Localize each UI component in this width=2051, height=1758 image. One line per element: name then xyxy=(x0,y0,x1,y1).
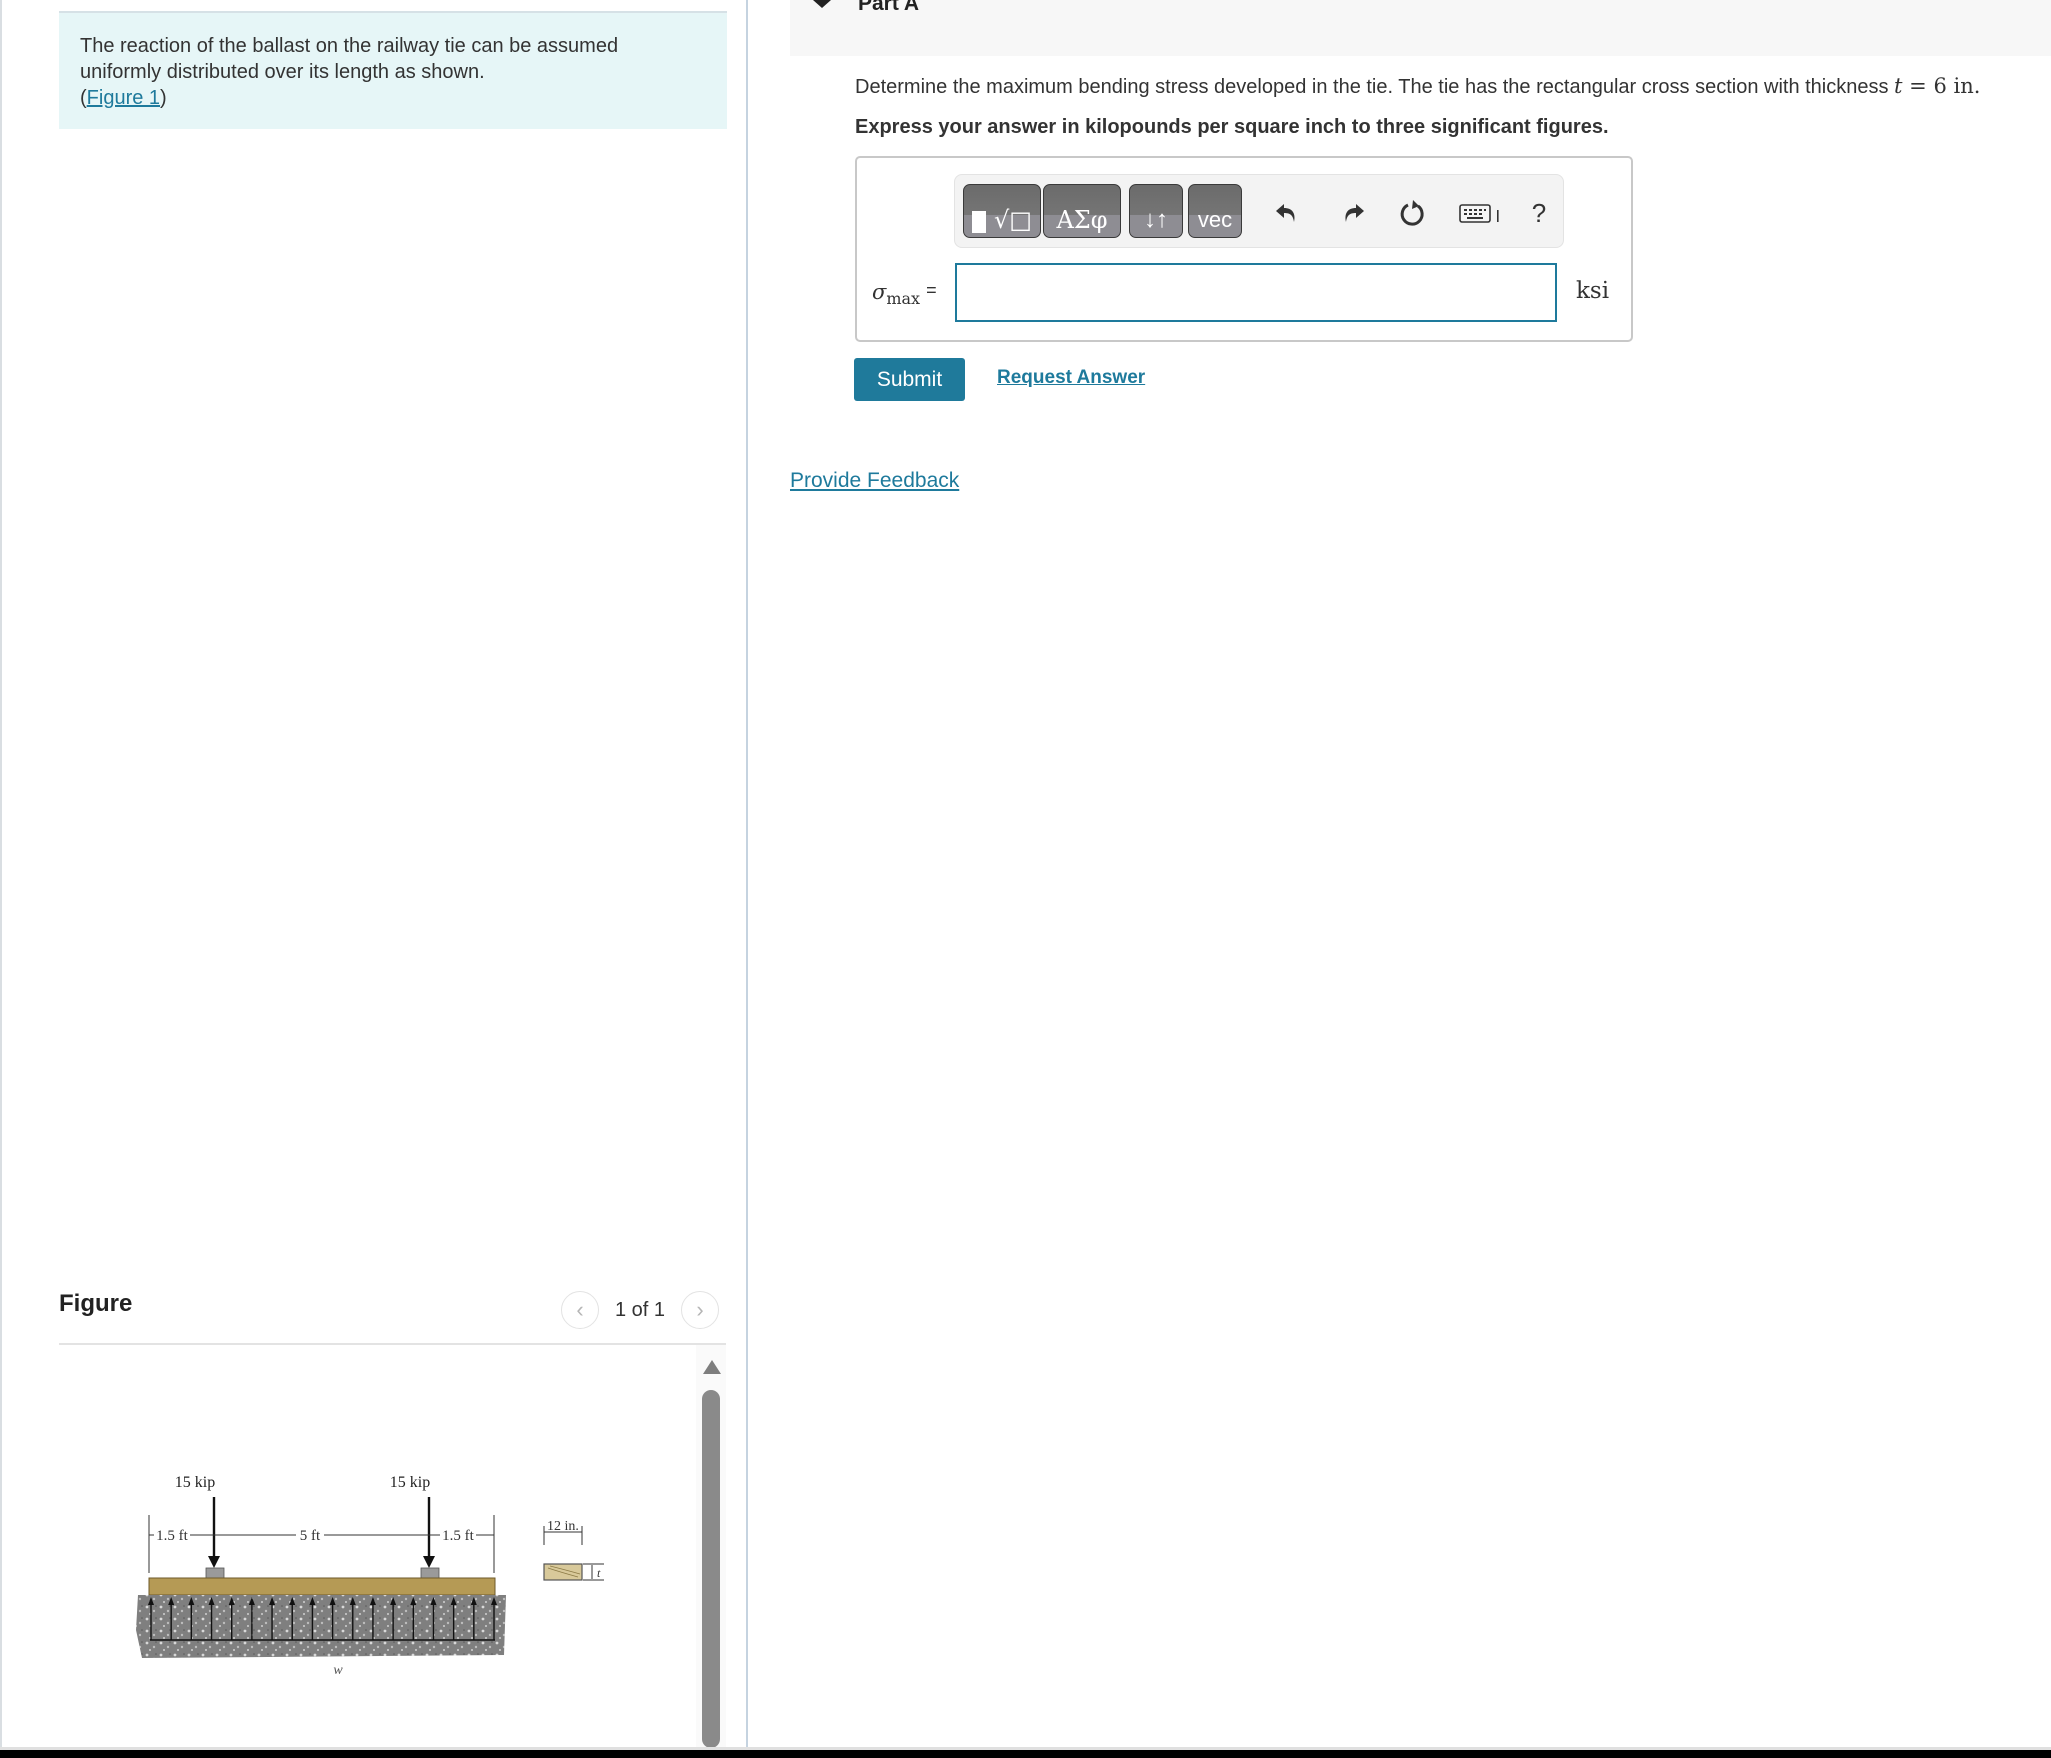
equals-sign: = xyxy=(926,280,937,300)
distributed-load-label: w xyxy=(333,1663,343,1678)
rail-left xyxy=(205,1567,225,1579)
redo-icon xyxy=(1345,204,1364,222)
section-width-label: 12 in. xyxy=(547,1519,579,1534)
sigma-symbol: σ xyxy=(872,280,887,304)
dim-middle-label: 5 ft xyxy=(300,1528,321,1544)
reset-icon xyxy=(1400,200,1424,226)
figure-pagination: ‹ 1 of 1 › xyxy=(561,1291,720,1329)
figure-divider xyxy=(59,1343,726,1345)
chevron-right-icon: › xyxy=(696,1297,704,1322)
vector-button[interactable]: vec xyxy=(1188,184,1242,238)
answer-variable-label: σmax = xyxy=(872,280,937,308)
load-left-label: 15 kip xyxy=(175,1474,215,1491)
redo-button[interactable] xyxy=(1333,196,1373,230)
chevron-left-icon: ‹ xyxy=(576,1297,584,1322)
request-answer-link[interactable]: Request Answer xyxy=(997,367,1145,389)
figure-counter: 1 of 1 xyxy=(615,1298,666,1321)
greek-letters-icon: ΑΣφ xyxy=(1056,206,1108,234)
sigma-max-input[interactable] xyxy=(955,263,1557,322)
scroll-up-arrow-icon[interactable] xyxy=(703,1360,721,1374)
figure-scrollbar-thumb[interactable] xyxy=(702,1390,720,1748)
reset-button[interactable] xyxy=(1393,196,1433,230)
help-button[interactable]: ? xyxy=(1519,196,1559,230)
bottom-bar xyxy=(0,1750,2051,1758)
collapse-caret-icon[interactable] xyxy=(813,0,831,8)
keyboard-button[interactable] xyxy=(1455,196,1507,230)
intro-text-line-2: uniformly distributed over its length as… xyxy=(80,61,485,83)
paren-open: ( xyxy=(80,87,87,109)
question-text: Determine the maximum bending stress dev… xyxy=(855,74,1980,99)
help-icon: ? xyxy=(1531,197,1547,228)
panel-divider[interactable] xyxy=(746,0,748,1752)
part-a-header[interactable] xyxy=(790,0,2051,56)
rail-right xyxy=(420,1567,440,1579)
answer-instruction: Express your answer in kilopounds per sq… xyxy=(855,116,1609,138)
thickness-expression: t = 6 in. xyxy=(1894,74,1980,98)
figure-link-line: (Figure 1) xyxy=(80,85,706,111)
greek-symbols-button[interactable]: ΑΣφ xyxy=(1043,184,1121,238)
left-border xyxy=(0,0,2,1752)
tie-cross-section xyxy=(543,1563,583,1581)
placeholder-box-icon xyxy=(972,211,987,233)
part-title: Part A xyxy=(858,0,920,15)
paren-close: ) xyxy=(160,87,167,109)
question-body: Determine the maximum bending stress dev… xyxy=(855,76,1895,98)
figure-link[interactable]: Figure 1 xyxy=(87,87,160,109)
keyboard-icon xyxy=(1459,204,1499,223)
dim-left-label: 1.5 ft xyxy=(156,1528,188,1544)
intro-text-line-1: The reaction of the ballast on the railw… xyxy=(80,35,619,57)
dim-right-label: 1.5 ft xyxy=(442,1528,474,1544)
undo-icon xyxy=(1276,204,1295,222)
sigma-subscript: max xyxy=(886,289,921,309)
prev-figure-button[interactable]: ‹ xyxy=(561,1291,599,1329)
radical-icon: √□ xyxy=(994,206,1032,234)
intro-box: The reaction of the ballast on the railw… xyxy=(59,11,727,129)
arrows-button[interactable]: ↓↑ xyxy=(1129,184,1183,238)
unit-label: ksi xyxy=(1576,278,1610,304)
thickness-value: = 6 in. xyxy=(1902,74,1981,98)
vec-icon: vec xyxy=(1197,207,1233,232)
thickness-variable: t xyxy=(1894,74,1903,98)
section-thickness-label: t xyxy=(597,1566,601,1580)
provide-feedback-link[interactable]: Provide Feedback xyxy=(790,469,959,493)
submit-button[interactable]: Submit xyxy=(854,358,965,401)
templates-button[interactable]: √□ xyxy=(963,184,1041,238)
railway-tie-diagram: 15 kip 15 kip 1.5 ft 5 ft 1.5 ft w 12 in… xyxy=(136,1474,604,1678)
next-figure-button[interactable]: › xyxy=(681,1291,720,1329)
load-right-label: 15 kip xyxy=(390,1474,430,1491)
railway-tie xyxy=(148,1577,496,1596)
figure-title: Figure xyxy=(59,1290,133,1317)
undo-button[interactable] xyxy=(1267,196,1307,230)
arrows-icon: ↓↑ xyxy=(1144,206,1168,233)
